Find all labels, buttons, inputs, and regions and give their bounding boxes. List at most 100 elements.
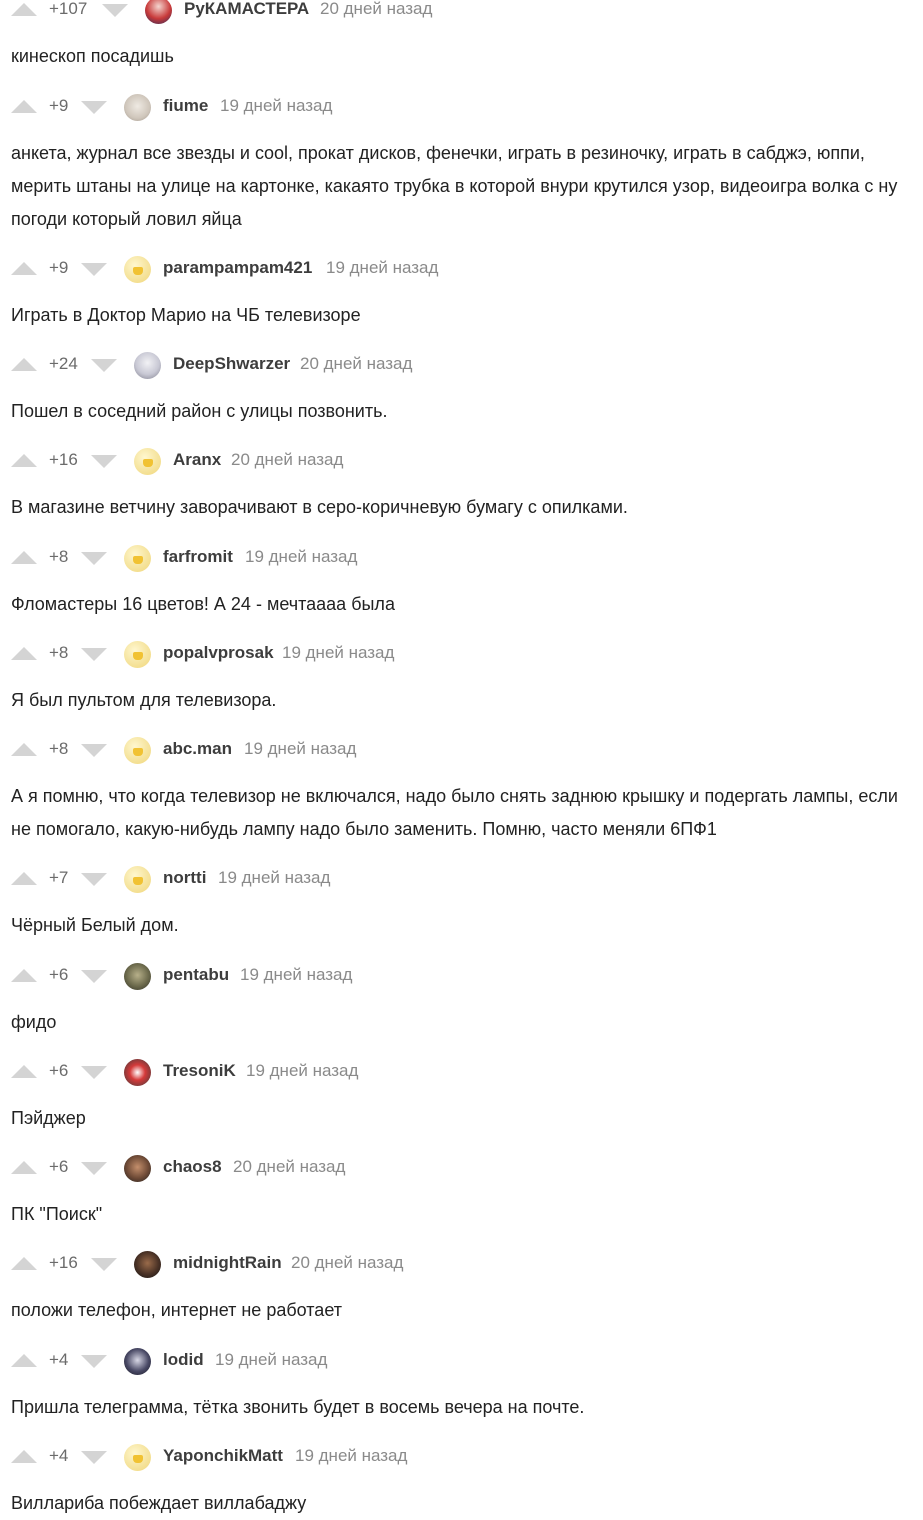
avatar[interactable] xyxy=(124,545,151,572)
comment-time[interactable]: 20 дней назад xyxy=(320,0,432,20)
comment-time[interactable]: 19 дней назад xyxy=(246,1060,358,1082)
downvote-icon[interactable] xyxy=(81,101,107,114)
avatar[interactable] xyxy=(145,0,172,24)
comment-time[interactable]: 19 дней назад xyxy=(215,1349,327,1371)
comment-text: анкета, журнал все звезды и cool, прокат… xyxy=(11,143,898,229)
comment-author[interactable]: fiume xyxy=(163,95,208,117)
comment-meta: +6 TresoniK 19 дней назад xyxy=(0,1059,923,1090)
upvote-icon[interactable] xyxy=(11,872,37,885)
comment-meta: +8 farfromit 19 дней назад xyxy=(0,545,923,576)
upvote-icon[interactable] xyxy=(11,1354,37,1367)
comment-time[interactable]: 19 дней назад xyxy=(282,642,394,664)
upvote-icon[interactable] xyxy=(11,262,37,275)
comment-time[interactable]: 19 дней назад xyxy=(220,95,332,117)
avatar[interactable] xyxy=(134,448,161,475)
comment-rating: +8 xyxy=(49,739,69,758)
comment-meta: +16 midnightRain 20 дней назад xyxy=(0,1251,923,1282)
upvote-icon[interactable] xyxy=(11,1257,37,1270)
comment-author[interactable]: parampampam421 xyxy=(163,257,312,279)
comment-author[interactable]: lodid xyxy=(163,1349,204,1371)
comment-author[interactable]: DeepShwarzer xyxy=(173,353,290,375)
comment-meta: +8 popalvprosak 19 дней назад xyxy=(0,641,923,672)
downvote-icon[interactable] xyxy=(91,359,117,372)
avatar[interactable] xyxy=(124,256,151,283)
avatar[interactable] xyxy=(134,352,161,379)
avatar[interactable] xyxy=(134,1251,161,1278)
comment-time[interactable]: 20 дней назад xyxy=(300,353,412,375)
comment-text: Пришла телеграмма, тётка звонить будет в… xyxy=(11,1397,585,1417)
upvote-icon[interactable] xyxy=(11,100,37,113)
comment-author[interactable]: nortti xyxy=(163,867,206,889)
comment-author[interactable]: chaos8 xyxy=(163,1156,222,1178)
downvote-icon[interactable] xyxy=(81,552,107,565)
upvote-icon[interactable] xyxy=(11,1450,37,1463)
comment-meta: +107 РуКАМАСТЕРА 20 дней назад xyxy=(0,0,923,28)
comment-rating: +16 xyxy=(49,450,78,469)
comment-time[interactable]: 19 дней назад xyxy=(244,738,356,760)
comment-time[interactable]: 19 дней назад xyxy=(326,257,438,279)
comment-time[interactable]: 20 дней назад xyxy=(291,1252,403,1274)
comment-author[interactable]: pentabu xyxy=(163,964,229,986)
avatar[interactable] xyxy=(124,963,151,990)
downvote-icon[interactable] xyxy=(102,4,128,17)
downvote-icon[interactable] xyxy=(81,744,107,757)
downvote-icon[interactable] xyxy=(91,1258,117,1271)
comment-meta: +4 YaponchikMatt 19 дней назад xyxy=(0,1444,923,1475)
downvote-icon[interactable] xyxy=(81,1355,107,1368)
avatar[interactable] xyxy=(124,94,151,121)
downvote-icon[interactable] xyxy=(81,1066,107,1079)
comment-meta: +24 DeepShwarzer 20 дней назад xyxy=(0,352,923,383)
comment-rating: +4 xyxy=(49,1350,69,1369)
avatar[interactable] xyxy=(124,641,151,668)
comment-meta: +7 nortti 19 дней назад xyxy=(0,866,923,897)
comment-time[interactable]: 19 дней назад xyxy=(245,546,357,568)
comment-time[interactable]: 20 дней назад xyxy=(231,449,343,471)
downvote-icon[interactable] xyxy=(81,263,107,276)
comment-author[interactable]: TresoniK xyxy=(163,1060,236,1082)
comment-time[interactable]: 19 дней назад xyxy=(218,867,330,889)
downvote-icon[interactable] xyxy=(81,873,107,886)
comment-meta: +6 pentabu 19 дней назад xyxy=(0,963,923,994)
comment-text: Я был пультом для телевизора. xyxy=(11,690,277,710)
comment-rating: +9 xyxy=(49,258,69,277)
downvote-icon[interactable] xyxy=(81,1162,107,1175)
comment-time[interactable]: 19 дней назад xyxy=(295,1445,407,1467)
avatar[interactable] xyxy=(124,866,151,893)
avatar[interactable] xyxy=(124,737,151,764)
upvote-icon[interactable] xyxy=(11,551,37,564)
comment-meta: +9 parampampam421 19 дней назад xyxy=(0,256,923,287)
comment-author[interactable]: РуКАМАСТЕРА xyxy=(184,0,309,20)
avatar[interactable] xyxy=(124,1348,151,1375)
comment-author[interactable]: Aranx xyxy=(173,449,221,471)
upvote-icon[interactable] xyxy=(11,3,37,16)
upvote-icon[interactable] xyxy=(11,647,37,660)
comment-text: Виллариба побеждает виллабаджу xyxy=(11,1493,307,1513)
avatar[interactable] xyxy=(124,1444,151,1471)
downvote-icon[interactable] xyxy=(81,1451,107,1464)
comment-time[interactable]: 19 дней назад xyxy=(240,964,352,986)
comment-text: кинескоп посадишь xyxy=(11,46,174,66)
upvote-icon[interactable] xyxy=(11,969,37,982)
comment-author[interactable]: farfromit xyxy=(163,546,233,568)
downvote-icon[interactable] xyxy=(81,970,107,983)
comment-text: положи телефон, интернет не работает xyxy=(11,1300,342,1320)
comment-author[interactable]: YaponchikMatt xyxy=(163,1445,283,1467)
downvote-icon[interactable] xyxy=(81,648,107,661)
downvote-icon[interactable] xyxy=(91,455,117,468)
comment-text: ПК "Поиск" xyxy=(11,1204,103,1224)
comment-text: Пэйджер xyxy=(11,1108,86,1128)
upvote-icon[interactable] xyxy=(11,358,37,371)
upvote-icon[interactable] xyxy=(11,1065,37,1078)
upvote-icon[interactable] xyxy=(11,454,37,467)
comment-time[interactable]: 20 дней назад xyxy=(233,1156,345,1178)
avatar[interactable] xyxy=(124,1155,151,1182)
upvote-icon[interactable] xyxy=(11,743,37,756)
avatar[interactable] xyxy=(124,1059,151,1086)
comment-rating: +6 xyxy=(49,1061,69,1080)
upvote-icon[interactable] xyxy=(11,1161,37,1174)
comment-rating: +8 xyxy=(49,643,69,662)
comment-author[interactable]: popalvprosak xyxy=(163,642,274,664)
comment-author[interactable]: abc.man xyxy=(163,738,232,760)
comment-meta: +16 Aranx 20 дней назад xyxy=(0,448,923,479)
comment-author[interactable]: midnightRain xyxy=(173,1252,282,1274)
